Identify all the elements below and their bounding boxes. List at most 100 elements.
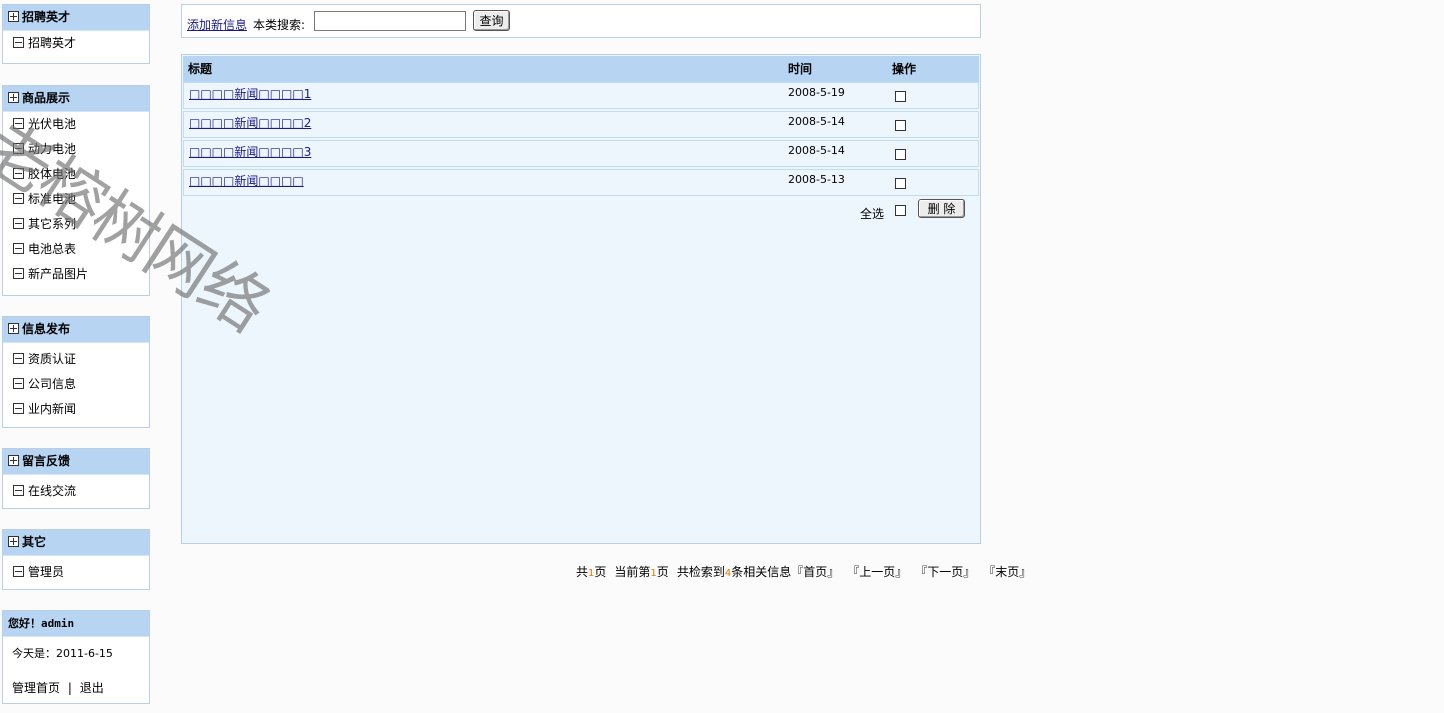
menu-section-header[interactable]: 招聘英才	[3, 5, 149, 31]
sidebar-item-label[interactable]: 资质认证	[28, 352, 76, 366]
pager-found-suffix: 条相关信息	[731, 565, 792, 579]
collapse-minus-icon	[13, 118, 24, 129]
menu-section-header[interactable]: 商品展示	[3, 86, 149, 112]
column-header-operation: 操作	[892, 62, 917, 76]
search-label: 本类搜索:	[253, 18, 306, 32]
pager-found-prefix: 共检索到	[676, 565, 725, 579]
sidebar-item-label[interactable]: 招聘英才	[28, 36, 76, 50]
select-all-checkbox[interactable]	[895, 205, 906, 216]
pager-current-suffix: 页	[656, 565, 669, 579]
news-list-panel: 标题 时间 操作 □□□□新闻□□□□1 2008-5-19 □□□□新闻□□□…	[181, 54, 981, 544]
pager-current-prefix: 当前第	[614, 565, 651, 579]
sidebar-item-other-series[interactable]: 其它系列	[3, 212, 149, 237]
sidebar-item-label[interactable]: 胶体电池	[28, 167, 76, 181]
collapse-minus-icon	[13, 218, 24, 229]
menu-section-title: 信息发布	[22, 322, 71, 336]
sidebar-item-label[interactable]: 新产品图片	[28, 267, 88, 281]
row-select-checkbox[interactable]	[895, 91, 906, 102]
sidebar-item-pv-battery[interactable]: 光伏电池	[3, 112, 149, 137]
table-row: □□□□新闻□□□□2 2008-5-14	[183, 111, 979, 138]
link-separator: |	[67, 681, 72, 695]
pager-total-suffix: 页	[594, 565, 607, 579]
search-toolbar: 添加新信息 本类搜索: 查询	[181, 4, 981, 38]
sidebar-item-battery-list[interactable]: 电池总表	[3, 237, 149, 262]
table-header: 标题 时间 操作	[183, 56, 979, 82]
collapse-minus-icon	[13, 143, 24, 154]
first-page-link[interactable]: 『首页』	[791, 565, 839, 579]
sidebar-item-industry-news[interactable]: 业内新闻	[3, 397, 149, 422]
collapse-minus-icon	[13, 403, 24, 414]
row-select-checkbox[interactable]	[895, 178, 906, 189]
menu-section-other: 其它 管理员	[2, 529, 150, 590]
collapse-minus-icon	[13, 37, 24, 48]
sidebar-item-label[interactable]: 动力电池	[28, 142, 76, 156]
news-date: 2008-5-14	[788, 144, 845, 157]
sidebar-item-label[interactable]: 其它系列	[28, 217, 76, 231]
menu-section-title: 留言反馈	[22, 454, 71, 468]
menu-section-header[interactable]: 留言反馈	[3, 449, 149, 475]
sidebar-item-label[interactable]: 管理员	[28, 565, 64, 579]
sidebar-item-power-battery[interactable]: 动力电池	[3, 137, 149, 162]
menu-section-title: 其它	[22, 535, 47, 549]
search-input[interactable]	[314, 11, 466, 31]
sidebar-item-company-info[interactable]: 公司信息	[3, 372, 149, 397]
admin-home-link[interactable]: 管理首页	[12, 681, 60, 695]
pagination: 共1页 当前第1页 共检索到4条相关信息『首页』 『上一页』 『下一页』 『末页』	[576, 563, 1031, 580]
next-page-link[interactable]: 『下一页』	[915, 565, 975, 579]
collapse-minus-icon	[13, 378, 24, 389]
news-date: 2008-5-14	[788, 115, 845, 128]
menu-section-title: 商品展示	[22, 91, 71, 105]
collapse-minus-icon	[13, 193, 24, 204]
table-row: □□□□新闻□□□□ 2008-5-13	[183, 169, 979, 196]
sidebar-item-label[interactable]: 业内新闻	[28, 402, 76, 416]
menu-section-header[interactable]: 其它	[3, 530, 149, 556]
collapse-minus-icon	[13, 485, 24, 496]
news-title-link[interactable]: □□□□新闻□□□□3	[189, 143, 311, 160]
collapse-minus-icon	[13, 168, 24, 179]
menu-section-recruit: 招聘英才 招聘英才	[2, 4, 150, 64]
sidebar-item-label[interactable]: 电池总表	[28, 242, 76, 256]
table-row: □□□□新闻□□□□1 2008-5-19	[183, 82, 979, 109]
row-select-checkbox[interactable]	[895, 120, 906, 131]
news-title-link[interactable]: □□□□新闻□□□□2	[189, 114, 311, 131]
expand-plus-icon[interactable]	[8, 92, 19, 103]
menu-section-title: 招聘英才	[22, 10, 71, 24]
expand-plus-icon[interactable]	[8, 323, 19, 334]
expand-plus-icon[interactable]	[8, 11, 19, 22]
expand-plus-icon[interactable]	[8, 455, 19, 466]
news-title-link[interactable]: □□□□新闻□□□□1	[189, 85, 311, 102]
add-new-info-link[interactable]: 添加新信息	[187, 16, 247, 33]
menu-section-products: 商品展示 光伏电池 动力电池 胶体电池 标准电池 其它系列 电池总表 新产品图片	[2, 85, 150, 296]
collapse-minus-icon	[13, 566, 24, 577]
table-row: □□□□新闻□□□□3 2008-5-14	[183, 140, 979, 167]
news-date: 2008-5-13	[788, 173, 845, 186]
collapse-minus-icon	[13, 243, 24, 254]
delete-button[interactable]: 删 除	[918, 199, 965, 218]
sidebar-item-new-product-images[interactable]: 新产品图片	[3, 262, 149, 287]
sidebar-item-administrator[interactable]: 管理员	[3, 560, 149, 585]
prev-page-link[interactable]: 『上一页』	[847, 565, 907, 579]
sidebar-item-standard-battery[interactable]: 标准电池	[3, 187, 149, 212]
collapse-minus-icon	[13, 353, 24, 364]
sidebar-item-label[interactable]: 光伏电池	[28, 117, 76, 131]
last-page-link[interactable]: 『末页』	[983, 565, 1031, 579]
sidebar-item-recruit[interactable]: 招聘英才	[3, 31, 149, 56]
sidebar-item-label[interactable]: 在线交流	[28, 484, 76, 498]
query-button[interactable]: 查询	[473, 10, 510, 31]
menu-section-header[interactable]: 信息发布	[3, 317, 149, 343]
news-title-link[interactable]: □□□□新闻□□□□	[189, 172, 304, 189]
sidebar-item-label[interactable]: 标准电池	[28, 192, 76, 206]
user-info-box: 您好！admin 今天是：2011-6-15 管理首页 | 退出	[2, 610, 150, 704]
sidebar-item-qualification[interactable]: 资质认证	[3, 347, 149, 372]
logout-link[interactable]: 退出	[80, 681, 104, 695]
user-links: 管理首页 | 退出	[3, 673, 149, 703]
news-date: 2008-5-19	[788, 86, 845, 99]
menu-section-info: 信息发布 资质认证 公司信息 业内新闻	[2, 316, 150, 428]
pager-total-prefix: 共	[576, 565, 589, 579]
expand-plus-icon[interactable]	[8, 536, 19, 547]
sidebar-item-label[interactable]: 公司信息	[28, 377, 76, 391]
sidebar-item-online-chat[interactable]: 在线交流	[3, 479, 149, 504]
user-greeting: 您好！admin	[3, 611, 149, 637]
row-select-checkbox[interactable]	[895, 149, 906, 160]
sidebar-item-gel-battery[interactable]: 胶体电池	[3, 162, 149, 187]
